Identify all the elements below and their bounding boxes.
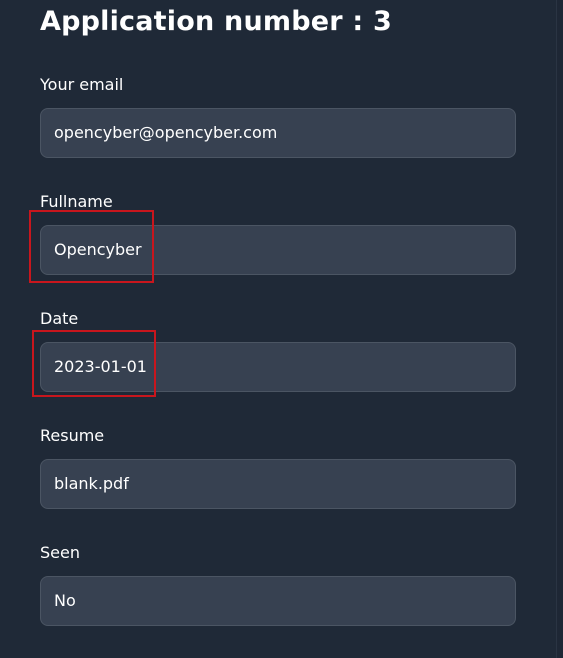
- page-title: Application number : 3: [40, 6, 392, 37]
- fullname-label: Fullname: [40, 192, 113, 211]
- seen-field[interactable]: No: [40, 576, 516, 626]
- resume-label: Resume: [40, 426, 105, 445]
- resume-field[interactable]: blank.pdf: [40, 459, 516, 509]
- application-details-panel: Application number : 3 Your email opency…: [0, 0, 557, 658]
- email-field[interactable]: opencyber@opencyber.com: [40, 108, 516, 158]
- email-label: Your email: [40, 75, 124, 94]
- fullname-field[interactable]: Opencyber: [40, 225, 516, 275]
- seen-label: Seen: [40, 543, 80, 562]
- date-field[interactable]: 2023-01-01: [40, 342, 516, 392]
- window-edge: [556, 0, 563, 658]
- date-label: Date: [40, 309, 79, 328]
